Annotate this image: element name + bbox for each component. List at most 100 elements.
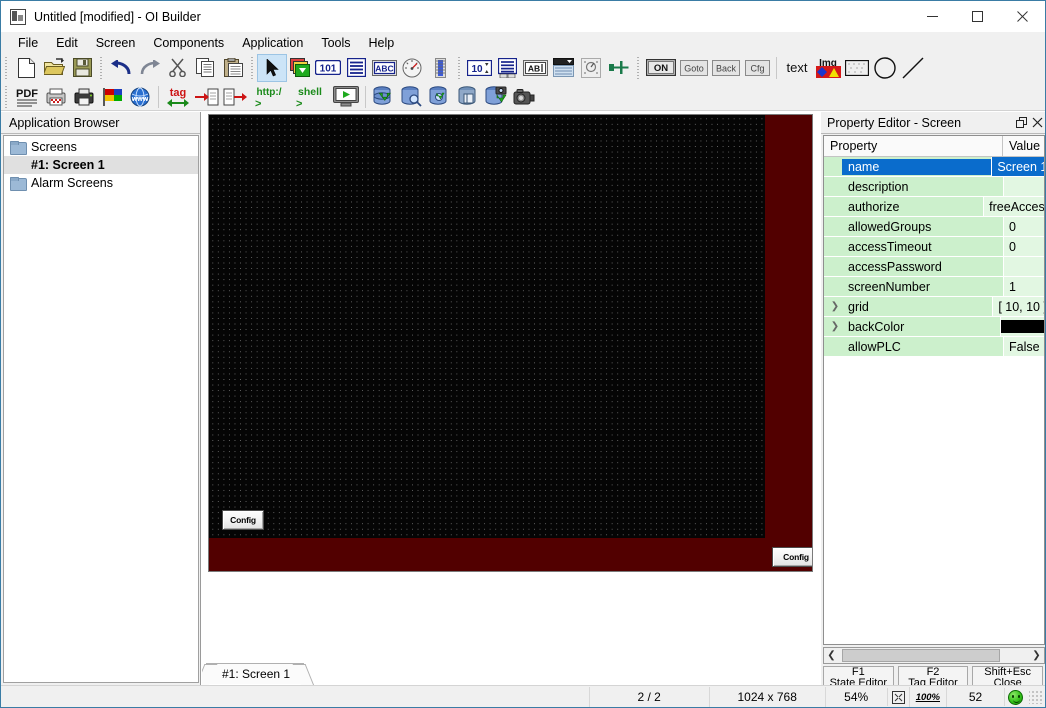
print-preview-icon[interactable] <box>42 84 70 110</box>
on-button-icon[interactable]: ON <box>644 55 678 81</box>
scroll-left-icon[interactable]: ❮ <box>824 648 839 663</box>
property-row-allowplc[interactable]: ▸ allowPLC False <box>824 337 1044 357</box>
layers-green-icon[interactable] <box>286 55 314 81</box>
undo-icon[interactable] <box>107 55 135 81</box>
web-globe-icon[interactable]: www <box>126 84 154 110</box>
chevron-right-icon[interactable]: ❯ <box>828 302 842 312</box>
toolbar-grip[interactable] <box>3 57 10 79</box>
copy-icon[interactable] <box>191 55 219 81</box>
property-row-screennumber[interactable]: ▸ screenNumber 1 <box>824 277 1044 297</box>
radio-dial-icon[interactable] <box>577 55 605 81</box>
text-tool-icon[interactable]: text <box>781 55 813 81</box>
db-download-icon[interactable] <box>370 84 398 110</box>
close-button[interactable] <box>1000 1 1045 32</box>
paste-clipboard-icon[interactable] <box>219 55 247 81</box>
db-edit-icon[interactable] <box>426 84 454 110</box>
tab-screen-1[interactable]: #1: Screen 1 <box>206 663 304 684</box>
open-folder-icon[interactable] <box>40 55 68 81</box>
pdf-export-icon[interactable]: PDF <box>12 84 42 110</box>
numeric-101-icon[interactable]: 101 <box>314 55 342 81</box>
redo-icon[interactable] <box>135 55 163 81</box>
tree-item-screen-1[interactable]: #1: Screen 1 <box>4 156 198 174</box>
bargraph-icon[interactable] <box>426 55 454 81</box>
scroll-right-icon[interactable]: ❯ <box>1029 648 1044 663</box>
zoom-100-button[interactable]: 100% <box>909 687 946 708</box>
select-pointer-icon[interactable] <box>258 55 286 81</box>
ellipse-tool-icon[interactable] <box>871 55 899 81</box>
property-name-cell[interactable]: ▸ name <box>824 157 991 177</box>
combobox-icon[interactable] <box>549 55 577 81</box>
column-header-value[interactable]: Value <box>1003 136 1044 156</box>
gauge-dial-icon[interactable] <box>398 55 426 81</box>
switch-toggle-icon[interactable] <box>605 55 633 81</box>
new-file-icon[interactable] <box>12 55 40 81</box>
goto-button-icon[interactable]: Goto <box>678 55 710 81</box>
scrollbar-thumb[interactable] <box>842 649 1000 662</box>
toolbar-grip[interactable] <box>249 57 256 79</box>
color-swatch[interactable] <box>1001 320 1044 333</box>
property-value-cell[interactable]: False <box>1003 337 1044 357</box>
toolbar-grip[interactable] <box>635 57 642 79</box>
menu-help[interactable]: Help <box>360 34 404 52</box>
toolbar-grip[interactable] <box>98 57 105 79</box>
property-value-cell[interactable]: [ 10, 10 ] <box>992 297 1044 317</box>
property-row-authorize[interactable]: ▸ authorize freeAccess <box>824 197 1044 217</box>
text-input-lines-icon[interactable] <box>493 55 521 81</box>
http-server-icon[interactable]: http:/> <box>249 84 289 110</box>
menu-application[interactable]: Application <box>233 34 312 52</box>
property-editor-horizontal-scrollbar[interactable]: ❮ ❯ <box>823 647 1045 664</box>
property-value-cell[interactable]: 0 <box>1003 217 1044 237</box>
resize-grip[interactable] <box>1029 690 1043 704</box>
property-value-cell[interactable] <box>1003 177 1044 197</box>
db-search-icon[interactable] <box>398 84 426 110</box>
maximize-button[interactable] <box>955 1 1000 32</box>
property-name-cell[interactable]: ❯ grid <box>824 297 992 317</box>
abc-label-icon[interactable]: ABC <box>370 55 398 81</box>
db-snapshot-icon[interactable] <box>482 84 510 110</box>
property-value-cell[interactable] <box>1000 317 1044 337</box>
menu-file[interactable]: File <box>9 34 47 52</box>
column-header-property[interactable]: Property <box>824 136 1003 156</box>
property-name-cell[interactable]: ▸ accessPassword <box>824 257 1003 277</box>
cut-scissors-icon[interactable] <box>163 55 191 81</box>
cfg-button-icon[interactable]: Cfg <box>742 55 772 81</box>
property-row-backcolor[interactable]: ❯ backColor <box>824 317 1044 337</box>
property-row-description[interactable]: ▸ description <box>824 177 1044 197</box>
abc-input-icon[interactable]: AB <box>521 55 549 81</box>
tree-item-screens[interactable]: Screens <box>4 138 198 156</box>
application-browser-tree[interactable]: Screens #1: Screen 1 Alarm Screens <box>3 135 199 683</box>
menu-components[interactable]: Components <box>144 34 233 52</box>
property-value-cell[interactable]: freeAccess <box>983 197 1044 217</box>
screen-design-surface[interactable]: Config Config <box>208 114 813 572</box>
property-name-cell[interactable]: ❯ backColor <box>824 317 1000 337</box>
camera-capture-icon[interactable] <box>510 84 538 110</box>
property-row-grid[interactable]: ❯ grid [ 10, 10 ] <box>824 297 1044 317</box>
property-row-accesstimeout[interactable]: ▸ accessTimeout 0 <box>824 237 1044 257</box>
image-tool-icon[interactable]: Img <box>813 55 843 81</box>
save-floppy-icon[interactable] <box>68 55 96 81</box>
property-name-cell[interactable]: ▸ allowPLC <box>824 337 1003 357</box>
run-simulator-icon[interactable] <box>331 84 361 110</box>
spinner-10-icon[interactable]: 10 <box>465 55 493 81</box>
hmi-config-button-1[interactable]: Config <box>222 510 264 530</box>
line-tool-icon[interactable] <box>899 55 927 81</box>
property-value-cell[interactable]: 1 <box>1003 277 1044 297</box>
chevron-right-icon[interactable]: ❯ <box>828 322 842 332</box>
tag-exchange-icon[interactable]: tag <box>163 84 193 110</box>
property-value-cell[interactable]: 0 <box>1003 237 1044 257</box>
property-value-cell[interactable] <box>1003 257 1044 277</box>
property-name-cell[interactable]: ▸ screenNumber <box>824 277 1003 297</box>
close-icon[interactable] <box>1029 114 1045 132</box>
property-row-accesspassword[interactable]: ▸ accessPassword <box>824 257 1044 277</box>
menu-screen[interactable]: Screen <box>87 34 145 52</box>
rectangle-tool-icon[interactable] <box>843 55 871 81</box>
property-row-allowedgroups[interactable]: ▸ allowedGroups 0 <box>824 217 1044 237</box>
property-value-cell[interactable]: Screen 1 <box>991 157 1044 177</box>
property-row-name[interactable]: ▸ name Screen 1 <box>824 157 1044 177</box>
export-file-icon[interactable] <box>221 84 249 110</box>
toolbar-grip[interactable] <box>456 57 463 79</box>
flag-localize-icon[interactable] <box>98 84 126 110</box>
hmi-config-button-2[interactable]: Config <box>772 547 813 567</box>
import-file-icon[interactable] <box>193 84 221 110</box>
property-name-cell[interactable]: ▸ accessTimeout <box>824 237 1003 257</box>
